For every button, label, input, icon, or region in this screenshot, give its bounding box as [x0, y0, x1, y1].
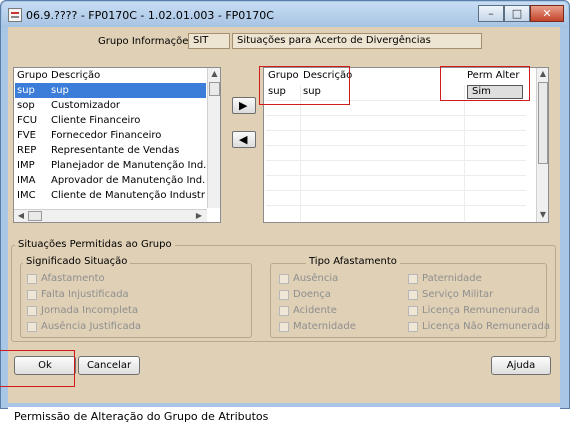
group-info-label: Grupo Informações:	[98, 36, 197, 47]
group-description-field[interactable]: Situações para Acerto de Divergências	[232, 33, 482, 49]
list-item[interactable]: sop Customizador	[15, 98, 206, 113]
checkbox-label: Ausência Justificada	[41, 321, 142, 332]
item-description: Customizador	[51, 100, 121, 111]
checkbox-label: Falta Injustificada	[41, 289, 129, 300]
checkbox-jornada-incompleta[interactable]	[27, 306, 37, 316]
grid-line	[266, 130, 526, 131]
checkbox-label: Licença Remunenurada	[422, 305, 540, 316]
title-bar[interactable]: 06.9.???? - FP0170C - 1.02.01.003 - FP01…	[2, 2, 568, 28]
item-description: Cliente Financeiro	[51, 115, 141, 126]
scroll-up-icon[interactable]: ▲	[537, 68, 549, 80]
highlight-grupo-descricao	[259, 66, 350, 105]
grid-line	[266, 205, 526, 206]
dialog-body: Grupo Informações: SIT Situações para Ac…	[8, 27, 560, 427]
window-title: 06.9.???? - FP0170C - 1.02.01.003 - FP01…	[26, 9, 274, 22]
list-item[interactable]: REP Representante de Vendas	[15, 143, 206, 158]
tipo-afastamento-title: Tipo Afastamento	[306, 256, 400, 267]
checkbox-falta-injustificada[interactable]	[27, 290, 37, 300]
checkbox-licenca-nao-remunerada[interactable]	[408, 322, 418, 332]
cancel-button[interactable]: Cancelar	[78, 356, 140, 375]
remove-group-button[interactable]: ◀	[232, 131, 256, 148]
highlight-perm-alter	[440, 66, 530, 101]
scroll-thumb[interactable]	[28, 211, 42, 221]
scroll-right-icon[interactable]: ▶	[194, 210, 204, 222]
checkbox-maternidade[interactable]	[279, 322, 289, 332]
list-item[interactable]: FVE Fornecedor Financeiro	[15, 128, 206, 143]
grid-line	[266, 190, 526, 191]
status-bar: Permissão de Alteração do Grupo de Atrib…	[8, 407, 560, 427]
right-vertical-scrollbar[interactable]: ▲ ▼	[536, 68, 548, 222]
scroll-left-icon[interactable]: ◀	[16, 210, 26, 222]
checkbox-label: Maternidade	[293, 321, 356, 332]
grid-line	[266, 145, 526, 146]
list-item[interactable]: IMC Cliente de Manutenção Industr	[15, 188, 206, 203]
checkbox-afastamento[interactable]	[27, 274, 37, 284]
available-groups-list[interactable]: Grupo Descrição sup sup sop Customizador…	[13, 67, 221, 223]
left-vertical-scrollbar[interactable]: ▲	[207, 68, 220, 208]
significado-title: Significado Situação	[23, 256, 131, 267]
grid-line	[266, 160, 526, 161]
item-code: REP	[17, 145, 37, 156]
item-code: IMA	[17, 175, 36, 186]
item-description: Representante de Vendas	[51, 145, 180, 156]
checkbox-label: Afastamento	[41, 273, 105, 284]
scroll-up-icon[interactable]: ▲	[208, 68, 221, 80]
item-description: Fornecedor Financeiro	[51, 130, 162, 141]
minimize-icon: –	[488, 7, 494, 20]
add-group-button[interactable]: ▶	[232, 97, 256, 114]
scroll-thumb[interactable]	[538, 82, 548, 164]
checkbox-ausencia-justificada[interactable]	[27, 322, 37, 332]
grid-line	[300, 85, 301, 221]
checkbox-doenca[interactable]	[279, 290, 289, 300]
grid-line	[266, 175, 526, 176]
list-item[interactable]: FCU Cliente Financeiro	[15, 113, 206, 128]
item-description: Planejador de Manutenção Ind.	[51, 160, 207, 171]
checkbox-label: Jornada Incompleta	[41, 305, 139, 316]
grid-line	[266, 115, 526, 116]
checkbox-label: Ausência	[293, 273, 339, 284]
checkbox-servico-militar[interactable]	[408, 290, 418, 300]
maximize-icon: □	[511, 7, 523, 20]
checkbox-label: Serviço Militar	[422, 289, 494, 300]
checkbox-ausencia[interactable]	[279, 274, 289, 284]
checkbox-label: Doença	[293, 289, 331, 300]
item-code: IMC	[17, 190, 36, 201]
item-code: IMP	[17, 160, 35, 171]
checkbox-label: Paternidade	[422, 273, 482, 284]
grid-line	[464, 85, 465, 221]
item-code: sop	[17, 100, 35, 111]
item-description: sup	[51, 85, 69, 96]
help-button[interactable]: Ajuda	[491, 356, 551, 375]
item-description: Cliente de Manutenção Industr	[51, 190, 205, 201]
highlight-ok-button	[0, 350, 75, 387]
status-text: Permissão de Alteração do Grupo de Atrib…	[14, 410, 269, 423]
group-code-field[interactable]: SIT	[188, 33, 230, 49]
minimize-button[interactable]: –	[478, 5, 504, 22]
left-horizontal-scrollbar[interactable]: ◀ ▶	[14, 209, 207, 222]
item-code: sup	[17, 85, 35, 96]
item-code: FVE	[17, 130, 36, 141]
allowed-situations-title: Situações Permitidas ao Grupo	[15, 239, 175, 250]
scroll-thumb[interactable]	[209, 82, 220, 96]
item-description: Aprovador de Manutenção Ind.	[51, 175, 206, 186]
app-icon	[8, 8, 22, 22]
list-item[interactable]: IMA Aprovador de Manutenção Ind.	[15, 173, 206, 188]
checkbox-licenca-remunerada[interactable]	[408, 306, 418, 316]
scroll-down-icon[interactable]: ▼	[537, 209, 549, 221]
column-header-grupo[interactable]: Grupo	[17, 70, 48, 81]
list-item[interactable]: sup sup	[15, 83, 206, 98]
checkbox-paternidade[interactable]	[408, 274, 418, 284]
checkbox-acidente[interactable]	[279, 306, 289, 316]
checkbox-label: Acidente	[293, 305, 337, 316]
arrow-left-icon: ◀	[239, 133, 248, 146]
arrow-right-icon: ▶	[239, 99, 248, 112]
maximize-button[interactable]: □	[504, 5, 530, 22]
item-code: FCU	[17, 115, 38, 126]
list-item[interactable]: IMP Planejador de Manutenção Ind.	[15, 158, 206, 173]
column-header-descricao[interactable]: Descrição	[51, 70, 100, 81]
checkbox-label: Licença Não Remunerada	[422, 321, 550, 332]
close-icon: ✕	[542, 7, 552, 20]
close-button[interactable]: ✕	[530, 5, 564, 22]
